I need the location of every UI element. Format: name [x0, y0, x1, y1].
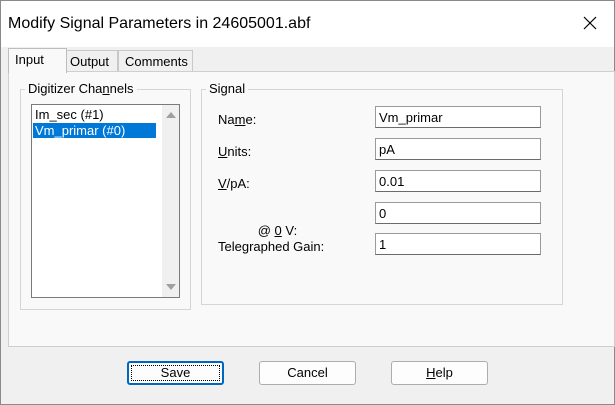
- units-input[interactable]: [375, 138, 541, 160]
- scale-label: V/pA:: [218, 176, 250, 191]
- digitizer-channels-label: Digitizer Channels: [25, 81, 137, 96]
- scroll-up-icon[interactable]: [166, 112, 176, 118]
- close-icon: [583, 16, 597, 33]
- help-button[interactable]: Help: [391, 361, 488, 385]
- channel-list-scrollbar[interactable]: [162, 105, 179, 297]
- save-button[interactable]: Save: [127, 361, 224, 385]
- cancel-button-label: Cancel: [287, 365, 328, 380]
- tab-input[interactable]: Input: [8, 48, 67, 73]
- scroll-down-icon[interactable]: [166, 284, 176, 290]
- digitizer-channels-group: Digitizer Channels Im_sec (#1) Vm_primar…: [20, 81, 191, 310]
- channel-listbox[interactable]: Im_sec (#1) Vm_primar (#0): [31, 104, 180, 298]
- name-input[interactable]: [375, 106, 541, 128]
- tab-comments[interactable]: Comments: [118, 50, 193, 72]
- telegraphed-gain-label: Telegraphed Gain:: [218, 239, 325, 254]
- scale-input[interactable]: [375, 170, 541, 192]
- name-label: Name:: [218, 112, 257, 127]
- cancel-button[interactable]: Cancel: [259, 361, 356, 385]
- title-bar: Modify Signal Parameters in 24605001.abf: [1, 1, 614, 47]
- save-button-label: Save: [160, 365, 191, 380]
- units-label: Units:: [218, 144, 252, 159]
- offset-input[interactable]: [375, 202, 541, 224]
- dialog-client: Input Output Comments Digitizer Channels…: [1, 47, 615, 404]
- tab-output[interactable]: Output: [63, 50, 118, 72]
- signal-group-label: Signal: [206, 81, 249, 96]
- modify-signal-dialog: Modify Signal Parameters in 24605001.abf…: [0, 0, 615, 405]
- list-item-channel-1[interactable]: Im_sec (#1): [33, 107, 156, 122]
- help-button-label: Help: [426, 365, 453, 380]
- window-title: Modify Signal Parameters in 24605001.abf: [8, 15, 311, 32]
- list-item-channel-0[interactable]: Vm_primar (#0): [33, 123, 156, 138]
- input-tab-panel: Digitizer Channels Im_sec (#1) Vm_primar…: [8, 71, 615, 347]
- signal-group: Signal Name: Units: V/pA: @ 0 V: Teleg: [201, 81, 563, 305]
- close-button[interactable]: [566, 1, 614, 47]
- telegraphed-gain-input[interactable]: [375, 233, 541, 255]
